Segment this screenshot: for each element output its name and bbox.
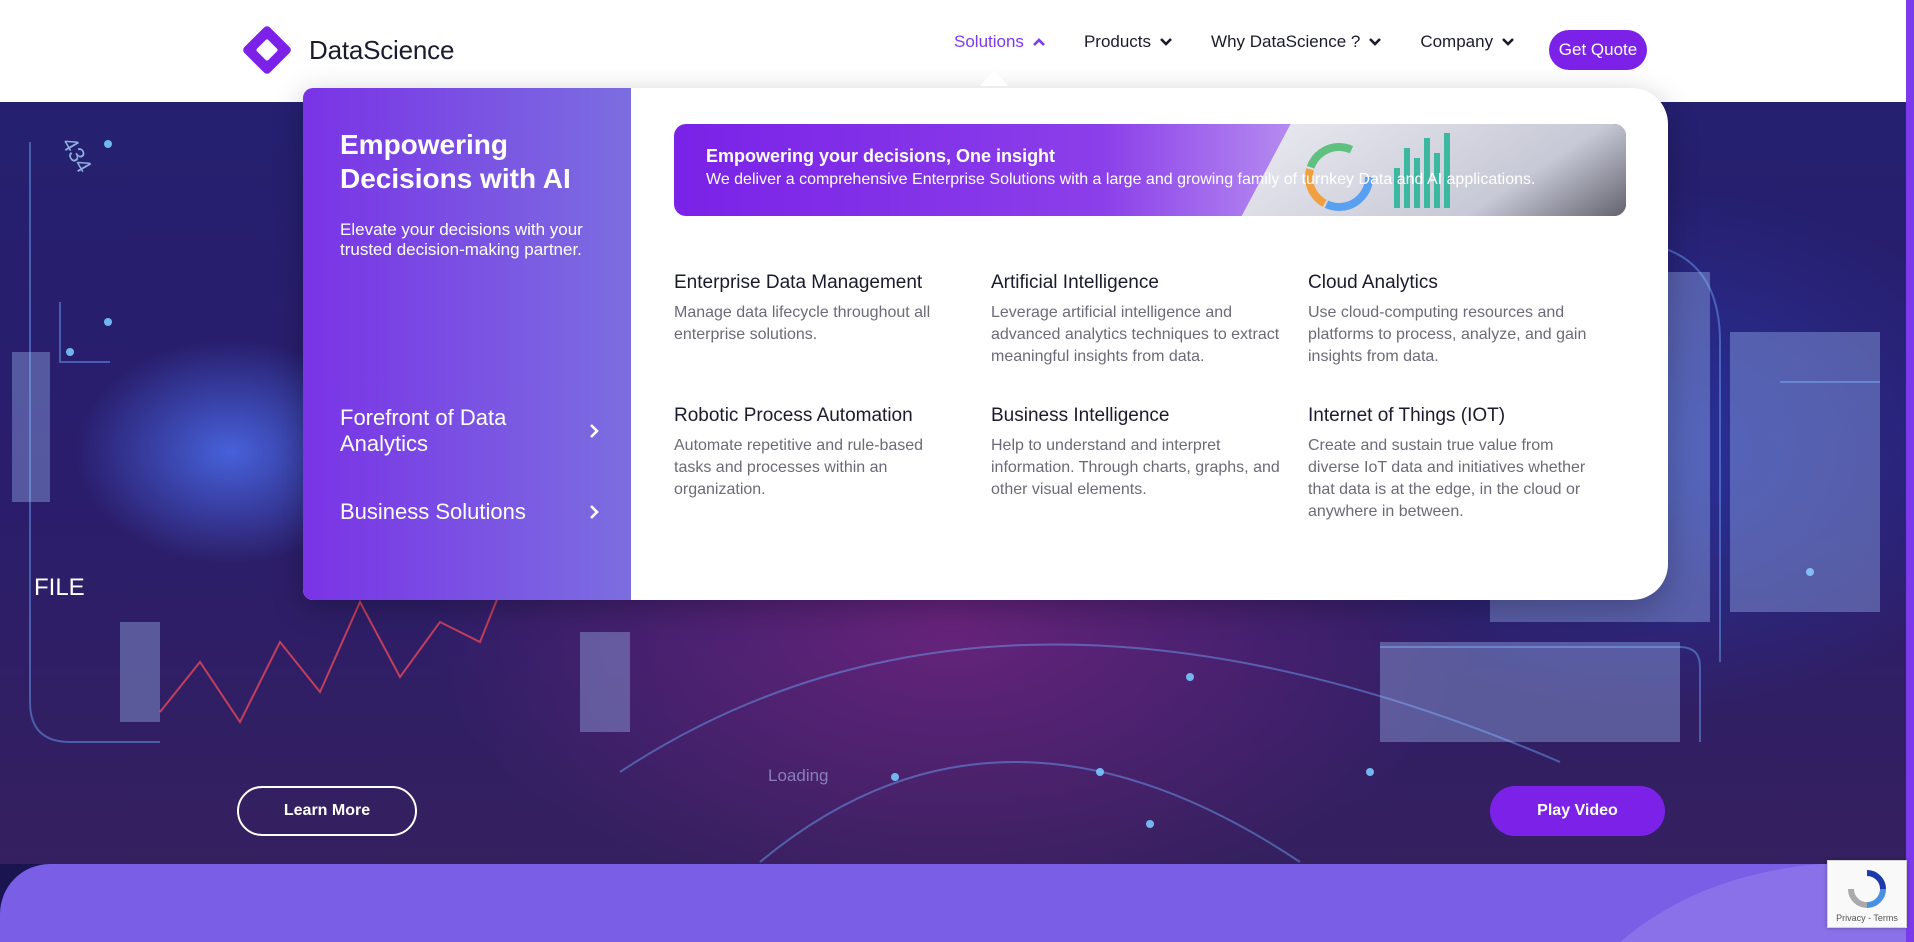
banner-title: Empowering your decisions, One insight	[706, 146, 1056, 166]
solution-enterprise-data-management[interactable]: Enterprise Data Management Manage data l…	[674, 272, 991, 405]
chevron-down-icon	[1369, 38, 1382, 46]
sidebar-link-business[interactable]: Business Solutions	[340, 499, 600, 525]
nav-label: Why DataScience ?	[1211, 32, 1361, 51]
bottom-decoration	[1620, 864, 1914, 942]
solution-title: Business Intelligence	[991, 405, 1170, 426]
chevron-down-icon	[1160, 38, 1172, 46]
main-nav: Solutions Products Why DataScience ? Com…	[954, 32, 1553, 52]
solution-description: Help to understand and interpret informa…	[991, 437, 1280, 498]
logo-text: DataScience	[309, 34, 455, 65]
solution-title: Enterprise Data Management	[674, 272, 923, 293]
dropdown-caret	[980, 70, 1008, 86]
sidebar-title: Empowering Decisions with AI	[340, 129, 571, 194]
solution-internet-of-things[interactable]: Internet of Things (IOT) Create and sust…	[1308, 405, 1625, 538]
chevron-up-icon	[1033, 38, 1045, 46]
nav-solutions[interactable]: Solutions	[954, 32, 1046, 52]
loading-text: Loading	[768, 766, 829, 785]
mega-menu-sidebar: Empowering Decisions with AI Elevate you…	[303, 88, 631, 600]
solution-business-intelligence[interactable]: Business Intelligence Help to understand…	[991, 405, 1308, 538]
chevron-right-icon	[590, 424, 599, 438]
site-header: DataScience Solutions Products Why DataS…	[0, 0, 1914, 102]
recaptcha-links[interactable]: Privacy - Terms	[1828, 913, 1906, 923]
solutions-mega-menu: Empowering Decisions with AI Elevate you…	[303, 88, 1668, 600]
nav-company[interactable]: Company	[1420, 32, 1515, 52]
solution-title: Cloud Analytics	[1308, 272, 1438, 293]
solution-artificial-intelligence[interactable]: Artificial Intelligence Leverage artific…	[991, 272, 1308, 405]
sidebar-description: Elevate your decisions with your trusted…	[340, 220, 583, 259]
solution-description: Use cloud-computing resources and platfo…	[1308, 304, 1587, 365]
solution-robotic-process-automation[interactable]: Robotic Process Automation Automate repe…	[674, 405, 991, 538]
recaptcha-badge[interactable]: Privacy - Terms	[1827, 860, 1907, 928]
promo-banner[interactable]: Empowering your decisions, One insight W…	[674, 124, 1626, 216]
bar-chart-graphic	[1394, 133, 1450, 208]
get-quote-button[interactable]: Get Quote	[1549, 30, 1647, 70]
sidebar-link-label: Forefront of Data Analytics	[340, 405, 507, 456]
solution-description: Manage data lifecycle throughout all ent…	[674, 304, 931, 343]
nav-why-datascience[interactable]: Why DataScience ?	[1211, 32, 1382, 52]
bottom-section	[0, 864, 1914, 942]
solution-title: Robotic Process Automation	[674, 405, 913, 426]
banner-description: We deliver a comprehensive Enterprise So…	[706, 171, 1536, 188]
logo-diamond-icon	[237, 20, 297, 80]
solution-description: Create and sustain true value from diver…	[1308, 437, 1586, 520]
solution-cloud-analytics[interactable]: Cloud Analytics Use cloud-computing reso…	[1308, 272, 1625, 405]
scrollbar[interactable]	[1906, 0, 1914, 942]
logo[interactable]: DataScience	[237, 20, 454, 80]
solutions-grid: Enterprise Data Management Manage data l…	[674, 272, 1634, 538]
nav-label: Company	[1420, 32, 1494, 51]
chevron-right-icon	[590, 505, 599, 519]
nav-label: Solutions	[954, 32, 1024, 51]
chevron-down-icon	[1502, 38, 1515, 46]
hud-file-label: FILE	[34, 574, 85, 601]
solution-description: Leverage artificial intelligence and adv…	[991, 304, 1280, 365]
solution-title: Artificial Intelligence	[991, 272, 1159, 293]
nav-label: Products	[1083, 32, 1152, 51]
sidebar-link-forefront[interactable]: Forefront of Data Analytics	[340, 405, 600, 457]
recaptcha-icon	[1848, 870, 1886, 908]
solution-description: Automate repetitive and rule-based tasks…	[674, 437, 924, 498]
learn-more-button[interactable]: Learn More	[237, 786, 417, 836]
solution-title: Internet of Things (IOT)	[1308, 405, 1506, 426]
play-video-button[interactable]: Play Video	[1490, 786, 1665, 836]
nav-products[interactable]: Products	[1084, 32, 1173, 52]
sidebar-link-label: Business Solutions	[340, 499, 526, 524]
